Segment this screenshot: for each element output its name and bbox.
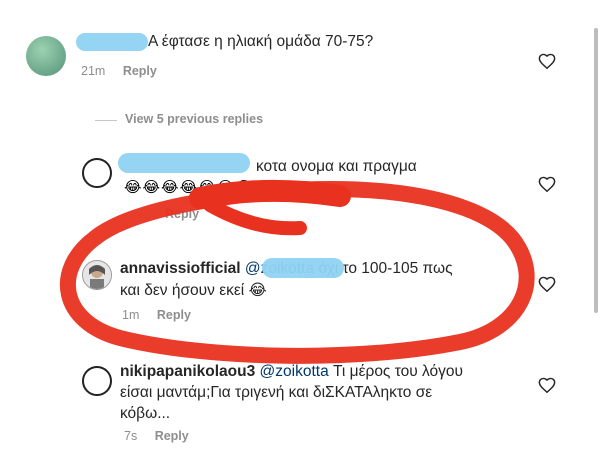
avatar-photo [83, 261, 111, 289]
heart-icon[interactable] [538, 176, 556, 192]
reply-button[interactable]: Reply [123, 64, 157, 78]
mention[interactable]: @zoikotta [260, 363, 329, 380]
comment-text: nikipapanikolaou3 @zoikotta Τι μέρος του… [120, 361, 463, 382]
comment-text-line3: κόβω... [120, 405, 171, 422]
comment-body: Τι μέρος του λόγου [333, 363, 464, 380]
reply-button[interactable]: Reply [165, 207, 199, 221]
heart-icon[interactable] [538, 53, 556, 69]
redaction-mark [76, 33, 148, 51]
redaction-mark [262, 258, 344, 278]
avatar[interactable] [82, 366, 112, 396]
comment-meta: 7s Reply [124, 429, 189, 443]
comment-meta: 21m Reply [81, 64, 157, 78]
comment-text-line2: είσαι μαντάμ;Για τριγενή και διΣΚΑΤΑληκτ… [120, 384, 433, 401]
timestamp: 7s [124, 429, 138, 443]
avatar[interactable] [82, 158, 112, 188]
heart-icon[interactable] [538, 377, 556, 393]
redaction-mark [118, 153, 250, 173]
emoji-row: 😂😂😂😂😂😂😂 [124, 179, 254, 196]
comment-text-line2: και δεν ήσουν εκεί 😂 [120, 282, 267, 299]
avatar[interactable] [26, 36, 66, 76]
timestamp: 21m [81, 64, 106, 78]
heart-icon[interactable] [538, 276, 556, 292]
comment-text: κοτα ονομα και πραγμα [256, 156, 417, 177]
divider [95, 120, 117, 121]
comment-meta: 1m Reply [122, 308, 191, 322]
avatar[interactable] [82, 260, 112, 290]
view-previous-replies[interactable]: View 5 previous replies [125, 112, 263, 126]
comment-body: κοτα ονομα και πραγμα [256, 158, 417, 175]
scrollbar[interactable] [594, 28, 598, 313]
username[interactable]: annavissiofficial [120, 260, 241, 277]
reply-button[interactable]: Reply [157, 308, 191, 322]
reply-button[interactable]: Reply [155, 429, 189, 443]
username[interactable]: nikipapanikolaou3 [120, 363, 255, 380]
comment-meta: Reply [165, 207, 199, 221]
timestamp: 1m [122, 308, 140, 322]
comment-body: Α έφτασε η ηλιακή ομάδα 70-75? [148, 33, 374, 50]
comment-text: Α έφτασε η ηλιακή ομάδα 70-75? [148, 31, 373, 52]
